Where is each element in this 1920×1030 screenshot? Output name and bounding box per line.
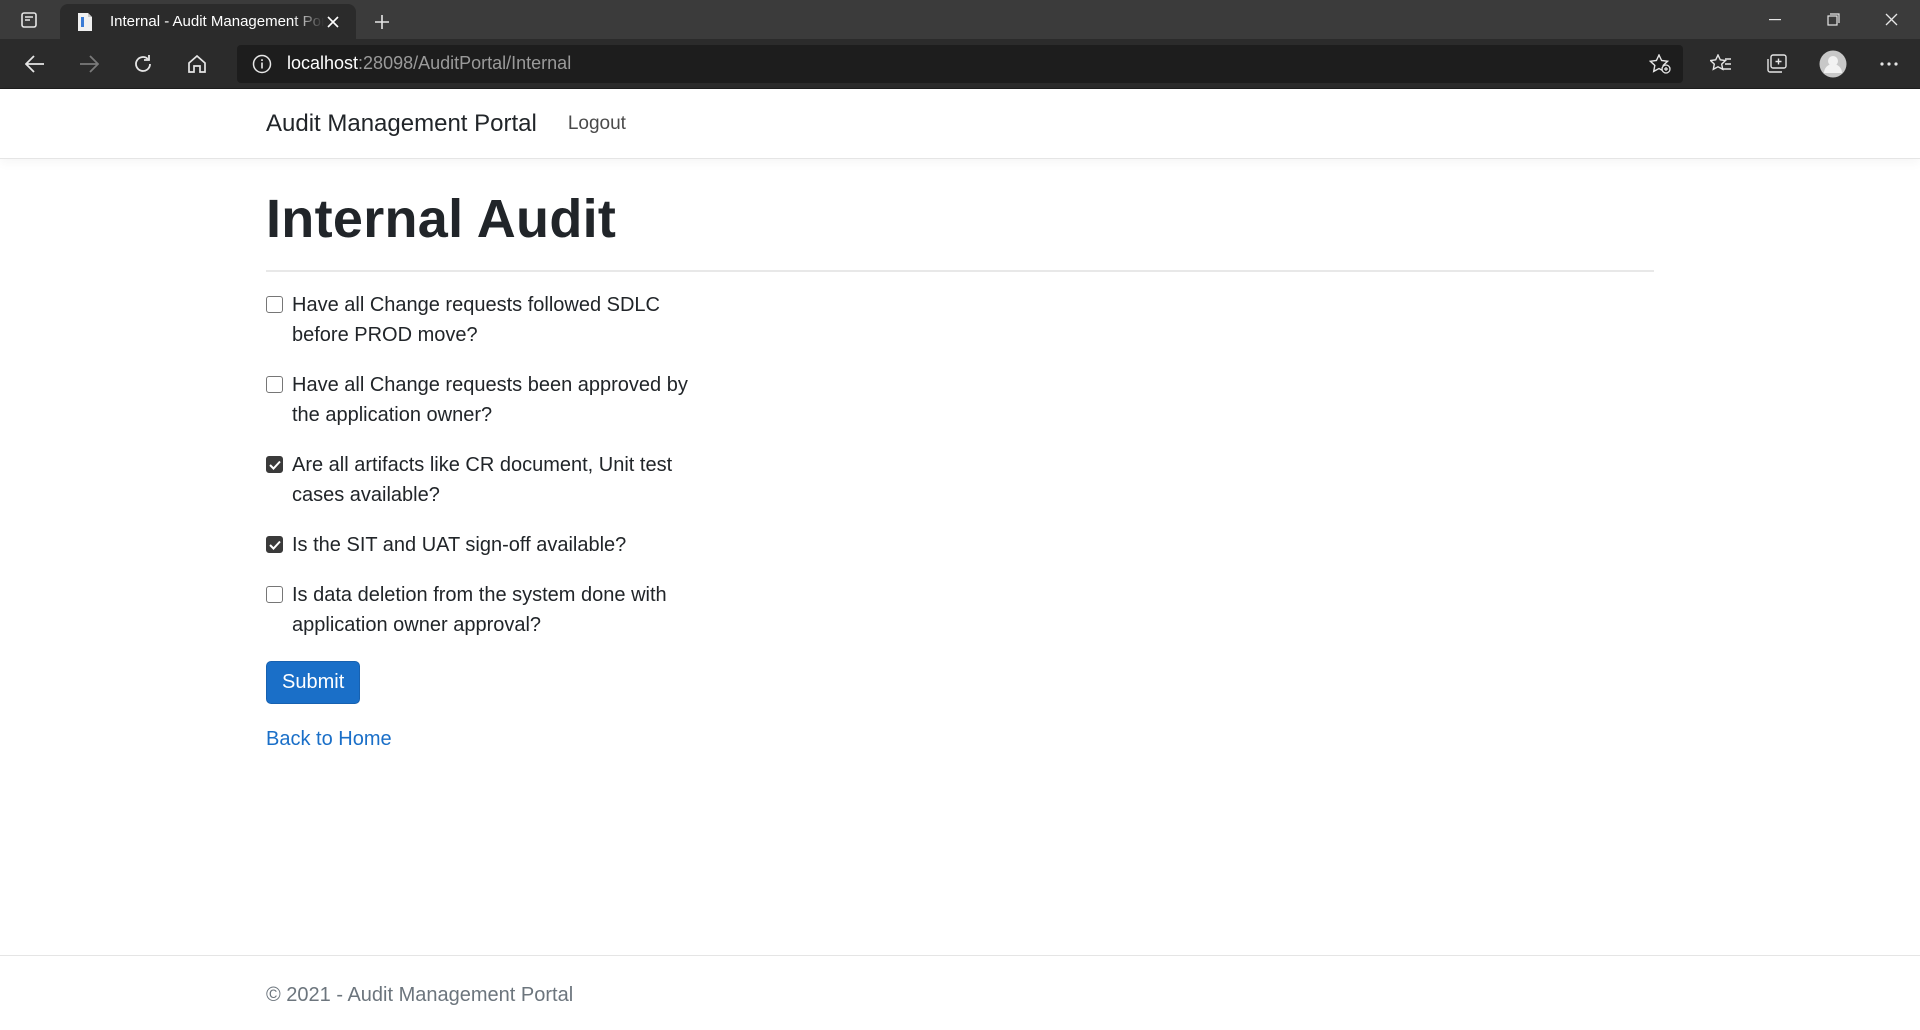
question-label[interactable]: Have all Change requests been approved b…	[292, 370, 712, 430]
main-container: Internal Audit Have all Change requests …	[266, 169, 1654, 751]
question-item: Are all artifacts like CR document, Unit…	[266, 450, 1654, 510]
question-checkbox[interactable]	[266, 536, 283, 553]
question-label[interactable]: Are all artifacts like CR document, Unit…	[292, 450, 712, 510]
question-item: Is the SIT and UAT sign-off available?	[266, 530, 1654, 560]
question-item: Is data deletion from the system done wi…	[266, 580, 1654, 640]
add-favorite-icon[interactable]	[1648, 52, 1671, 79]
url-path: :28098/AuditPortal/Internal	[358, 53, 572, 73]
page-content: Audit Management Portal Logout Internal …	[0, 89, 1920, 1030]
toolbar-right	[1693, 39, 1917, 89]
question-checkbox[interactable]	[266, 586, 283, 603]
forward-icon[interactable]	[62, 39, 116, 89]
checkmark-icon	[268, 540, 281, 550]
page-favicon-icon	[74, 11, 96, 33]
page-title: Internal Audit	[266, 189, 617, 249]
question-item: Have all Change requests followed SDLC b…	[266, 290, 1654, 350]
url-host: localhost	[287, 53, 359, 73]
back-icon[interactable]	[8, 39, 62, 89]
address-bar[interactable]: localhost:28098/AuditPortal/Internal	[237, 44, 1683, 83]
plus-icon[interactable]	[360, 4, 404, 39]
window-close-icon[interactable]	[1862, 0, 1920, 39]
question-checkbox[interactable]	[266, 376, 283, 393]
brand-link[interactable]: Audit Management Portal	[266, 110, 537, 138]
question-list: Have all Change requests followed SDLC b…	[266, 290, 1654, 640]
close-icon[interactable]	[324, 13, 342, 31]
question-checkbox[interactable]	[266, 296, 283, 313]
back-to-home-link[interactable]: Back to Home	[266, 728, 1654, 751]
home-icon[interactable]	[170, 39, 224, 89]
tab-title: Internal - Audit Management Portal	[110, 13, 324, 30]
refresh-icon[interactable]	[116, 39, 170, 89]
logout-link[interactable]: Logout	[568, 113, 626, 135]
more-icon[interactable]	[1861, 39, 1917, 89]
question-label[interactable]: Is data deletion from the system done wi…	[292, 580, 712, 640]
question-checkbox[interactable]	[266, 456, 283, 473]
site-footer: © 2021 - Audit Management Portal	[0, 955, 1920, 1030]
info-icon[interactable]	[237, 54, 287, 74]
submit-button[interactable]: Submit	[266, 661, 361, 704]
browser-toolbar: localhost:28098/AuditPortal/Internal	[0, 39, 1920, 89]
profile-icon[interactable]	[1805, 39, 1861, 89]
checkmark-icon	[268, 460, 281, 470]
title-divider	[266, 270, 1654, 272]
browser-tab-active[interactable]: Internal - Audit Management Portal	[60, 4, 356, 39]
favorites-icon[interactable]	[1693, 39, 1749, 89]
minimize-icon[interactable]	[1746, 0, 1804, 39]
question-label[interactable]: Is the SIT and UAT sign-off available?	[292, 530, 712, 560]
url-text: localhost:28098/AuditPortal/Internal	[287, 53, 571, 74]
site-navbar: Audit Management Portal Logout	[0, 89, 1920, 159]
window-controls	[1746, 0, 1920, 39]
browser-tabstrip: Internal - Audit Management Portal	[0, 0, 1920, 39]
footer-text: © 2021 - Audit Management Portal	[266, 984, 574, 1006]
restore-icon[interactable]	[1804, 0, 1862, 39]
collections-icon[interactable]	[1749, 39, 1805, 89]
question-item: Have all Change requests been approved b…	[266, 370, 1654, 430]
question-label[interactable]: Have all Change requests followed SDLC b…	[292, 290, 712, 350]
tab-actions-icon[interactable]	[0, 0, 58, 39]
